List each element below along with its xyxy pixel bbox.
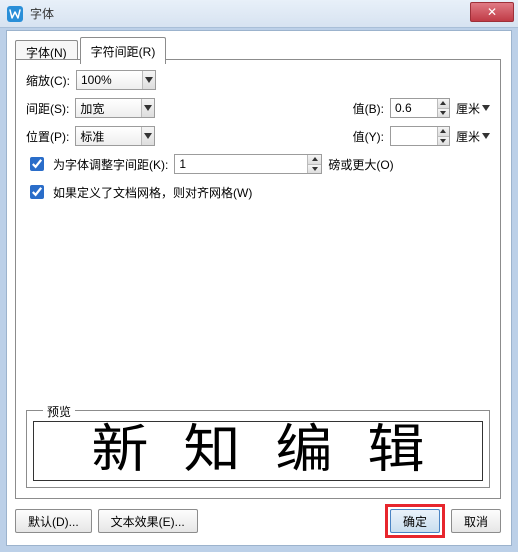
position-combo[interactable]: [75, 126, 155, 146]
app-icon: [6, 5, 24, 23]
position-input[interactable]: [76, 127, 141, 145]
position-label: 位置(P):: [26, 128, 69, 145]
chevron-down-icon[interactable]: [142, 71, 155, 89]
defaults-button[interactable]: 默认(D)...: [15, 509, 92, 533]
preview-label: 预览: [43, 403, 75, 420]
kerning-label: 为字体调整字间距(K):: [53, 156, 168, 173]
chevron-down-icon: [482, 105, 490, 111]
preview-glyph: 新: [91, 425, 148, 477]
b-value-input[interactable]: [391, 99, 437, 117]
tab-panel-char-spacing: 缩放(C): 间距(S): 值(B):: [15, 59, 501, 499]
chevron-down-icon[interactable]: [141, 99, 154, 117]
title-bar: 字体 ✕: [0, 0, 518, 28]
y-value-unit-dropdown[interactable]: 厘米: [456, 128, 490, 145]
b-value-spinner[interactable]: [390, 98, 450, 118]
cancel-button[interactable]: 取消: [451, 509, 501, 533]
b-value-group: 值(B): 厘米: [353, 98, 490, 118]
tab-char-spacing[interactable]: 字符间距(R): [80, 37, 167, 64]
kerning-spinner[interactable]: [174, 154, 322, 174]
chevron-up-icon[interactable]: [438, 99, 449, 109]
chevron-down-icon: [482, 133, 490, 139]
b-value-label: 值(B):: [353, 100, 384, 117]
spacing-label: 间距(S):: [26, 100, 69, 117]
preview-groupbox: 预览 新 知 编 辑: [26, 410, 490, 488]
spinner-buttons[interactable]: [437, 99, 449, 117]
row-kerning: 为字体调整字间距(K): 磅或更大(O): [26, 154, 490, 174]
b-value-unit-dropdown[interactable]: 厘米: [456, 100, 490, 117]
chevron-up-icon[interactable]: [438, 127, 449, 137]
chevron-down-icon[interactable]: [438, 109, 449, 118]
y-value-group: 值(Y): 厘米: [353, 126, 490, 146]
spacing-input[interactable]: [76, 99, 141, 117]
preview-glyph: 编: [275, 425, 332, 477]
scale-input[interactable]: [77, 71, 142, 89]
dialog-body: 字体(N) 字符间距(R) 缩放(C): 间距(S): 值(B):: [6, 30, 512, 546]
snapgrid-checkbox[interactable]: [30, 185, 44, 199]
text-effects-button[interactable]: 文本效果(E)...: [98, 509, 198, 533]
button-bar: 默认(D)... 文本效果(E)... 确定 取消: [15, 505, 501, 537]
spinner-buttons[interactable]: [307, 155, 321, 173]
chevron-up-icon[interactable]: [308, 155, 321, 165]
snapgrid-label: 如果定义了文档网格，则对齐网格(W): [53, 184, 252, 201]
close-button[interactable]: ✕: [470, 2, 514, 22]
y-value-label: 值(Y):: [353, 128, 384, 145]
y-value-input[interactable]: [391, 127, 437, 145]
chevron-down-icon[interactable]: [141, 127, 154, 145]
row-scale: 缩放(C):: [26, 70, 490, 90]
kerning-input[interactable]: [175, 155, 307, 173]
scale-label: 缩放(C):: [26, 72, 70, 89]
y-value-unit-label: 厘米: [456, 128, 480, 145]
preview-text-box: 新 知 编 辑: [33, 421, 483, 481]
row-spacing: 间距(S): 值(B): 厘米: [26, 98, 490, 118]
window-title: 字体: [30, 5, 54, 22]
kerning-unit-label: 磅或更大(O): [328, 156, 393, 173]
row-position: 位置(P): 值(Y): 厘米: [26, 126, 490, 146]
chevron-down-icon[interactable]: [308, 165, 321, 174]
kerning-checkbox[interactable]: [30, 157, 44, 171]
preview-glyph: 辑: [367, 425, 424, 477]
spacing-combo[interactable]: [75, 98, 155, 118]
preview-glyph: 知: [183, 425, 240, 477]
scale-combo[interactable]: [76, 70, 156, 90]
ok-highlight-box: 确定: [385, 504, 445, 538]
chevron-down-icon[interactable]: [438, 137, 449, 146]
ok-button[interactable]: 确定: [390, 509, 440, 533]
spinner-buttons[interactable]: [437, 127, 449, 145]
b-value-unit-label: 厘米: [456, 100, 480, 117]
row-snapgrid: 如果定义了文档网格，则对齐网格(W): [26, 182, 490, 202]
y-value-spinner[interactable]: [390, 126, 450, 146]
